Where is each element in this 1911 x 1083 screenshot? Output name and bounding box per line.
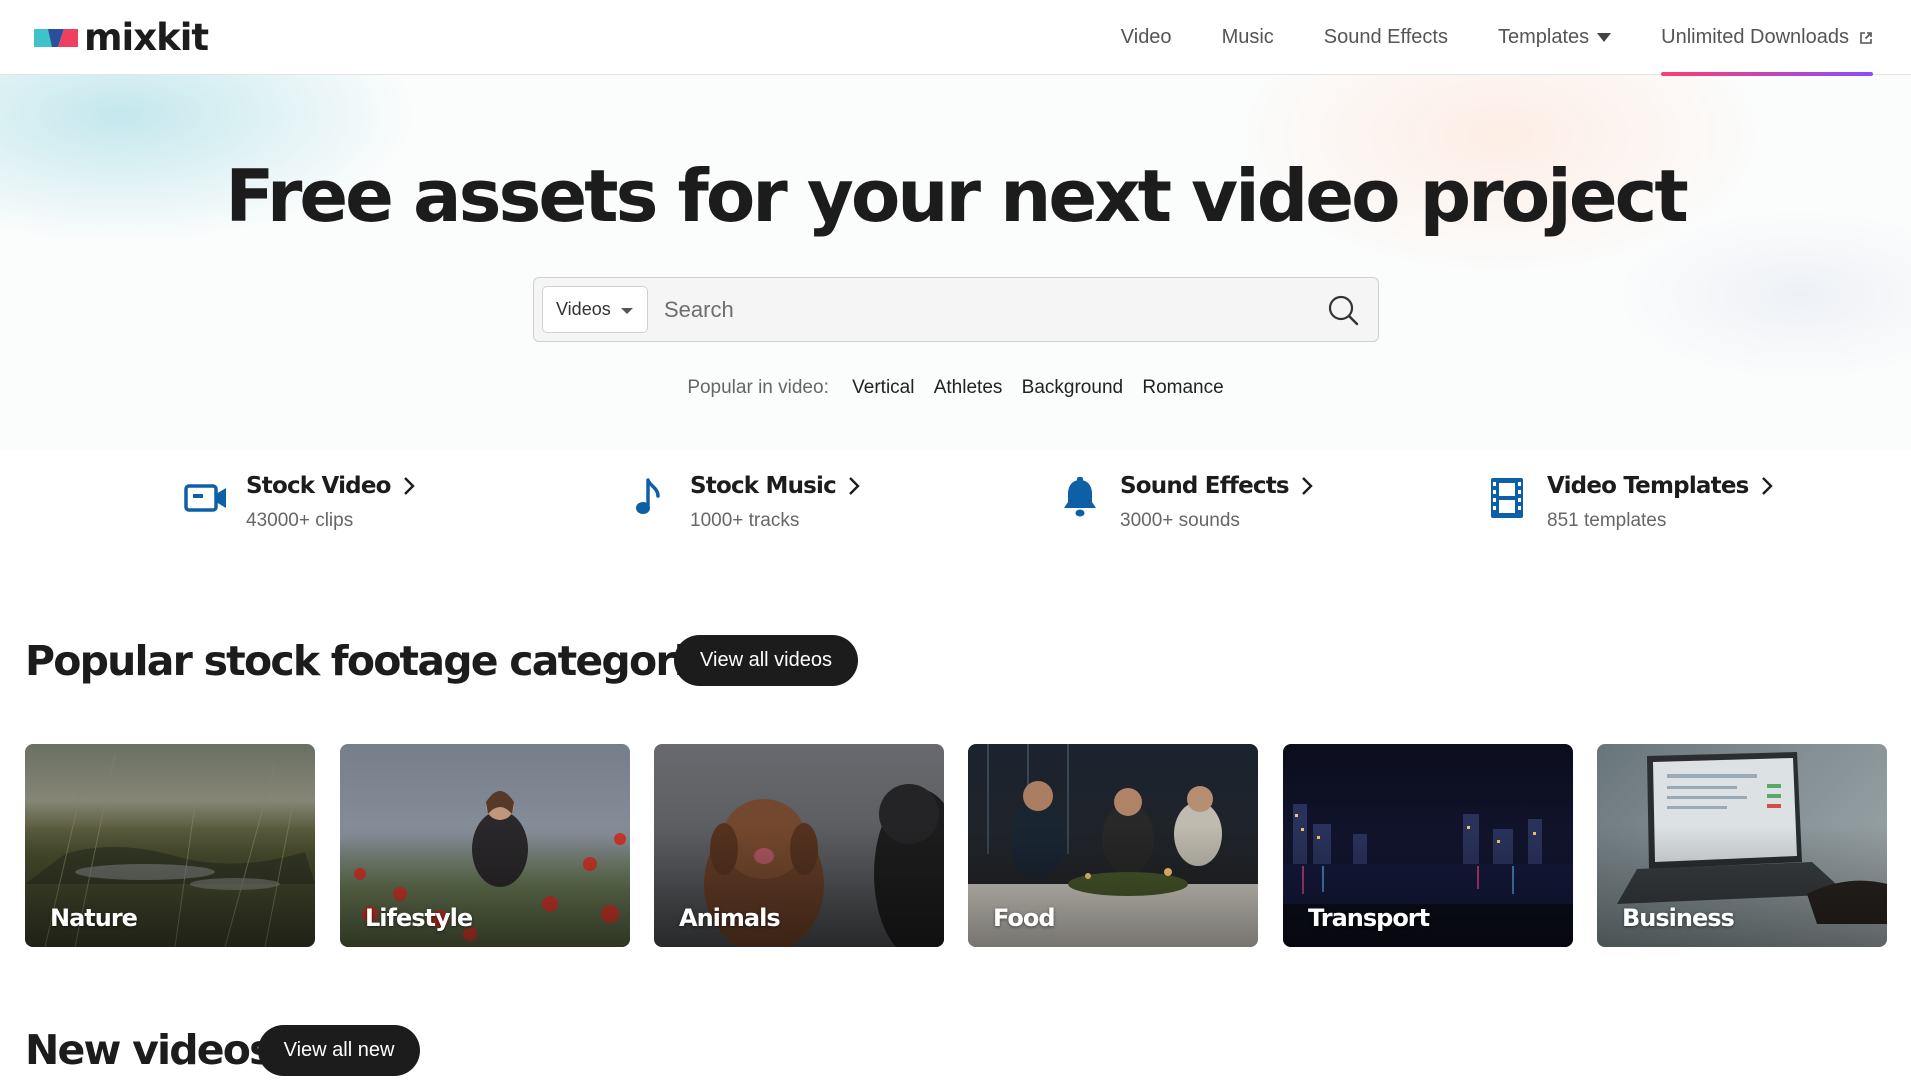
category-text: Video Templates 851 templates [1547,470,1773,540]
popular-link-vertical[interactable]: Vertical [852,377,914,398]
card-label: Food [993,904,1056,932]
chevron-right-icon [1301,477,1313,495]
music-note-icon [626,474,674,522]
chevron-right-icon [403,477,415,495]
category-card-nature[interactable]: Nature [25,744,315,947]
bell-icon [1056,474,1104,522]
category-title: Sound Effects [1120,470,1313,502]
nav-unlimited-label: Unlimited Downloads [1661,26,1849,48]
search-input[interactable] [664,288,1294,332]
category-text: Stock Video 43000+ clips [246,470,415,540]
category-card-lifestyle[interactable]: Lifestyle [340,744,630,947]
film-strip-icon [1483,474,1531,522]
search-type-value: Videos [556,299,611,319]
search-icon[interactable] [1326,293,1360,327]
category-video-templates[interactable]: Video Templates 851 templates [1483,470,1773,540]
nav-video[interactable]: Video [1121,0,1172,75]
caret-down-icon [621,308,633,314]
category-title-text: Stock Music [690,473,837,499]
card-label: Transport [1308,904,1430,932]
category-stock-video[interactable]: Stock Video 43000+ clips [182,470,415,540]
category-subtitle: 1000+ tracks [690,510,800,531]
search-type-select[interactable]: Videos [542,286,648,333]
site-header: mixkit Video Music Sound Effects Templat… [0,0,1911,76]
hero-section: Free assets for your next video project … [0,75,1911,450]
category-subtitle: 851 templates [1547,510,1667,531]
main-nav: Video Music Sound Effects Templates Unli… [1071,0,1873,76]
popular-categories-title: Popular stock footage categories [25,637,736,685]
logo-wordmark: mixkit [84,16,209,59]
popular-link-athletes[interactable]: Athletes [934,377,1003,398]
video-camera-icon [182,474,230,522]
popular-link-background[interactable]: Background [1022,377,1123,398]
category-stock-music[interactable]: Stock Music 1000+ tracks [626,470,860,540]
hero-title: Free assets for your next video project [225,154,1689,238]
category-text: Stock Music 1000+ tracks [690,470,860,540]
category-text: Sound Effects 3000+ sounds [1120,470,1313,540]
new-videos-title: New videos [25,1026,274,1074]
view-all-new-button[interactable]: View all new [258,1025,420,1076]
chevron-right-icon [849,477,860,495]
view-all-videos-button[interactable]: View all videos [674,635,858,686]
popular-label: Popular in video: [687,377,829,398]
category-card-food[interactable]: Food [968,744,1258,947]
card-label: Nature [50,904,138,932]
popular-link-romance[interactable]: Romance [1142,377,1223,398]
category-title: Video Templates [1547,470,1773,502]
nav-templates-label: Templates [1497,26,1590,48]
category-title-text: Video Templates [1547,473,1749,499]
card-label: Lifestyle [365,904,473,932]
nav-video-label: Video [1120,26,1172,48]
category-subtitle: 3000+ sounds [1120,510,1240,531]
mixkit-logo[interactable]: mixkit [34,16,209,59]
category-card-transport[interactable]: Transport [1283,744,1573,947]
category-title-text: Sound Effects [1120,473,1290,499]
nav-music[interactable]: Music [1222,0,1274,75]
card-label: Business [1622,904,1735,932]
card-label: Animals [679,904,781,932]
caret-down-icon [1597,33,1612,42]
search-bar: Videos [533,277,1379,342]
nav-unlimited-downloads[interactable]: Unlimited Downloads [1661,0,1873,76]
category-title-text: Stock Video [246,473,391,499]
category-title: Stock Music [690,470,860,502]
external-link-icon [1860,31,1872,44]
category-title: Stock Video [246,470,415,502]
nav-templates-dropdown[interactable]: Templates [1497,0,1612,75]
category-subtitle: 43000+ clips [246,510,354,531]
category-card-animals[interactable]: Animals [654,744,944,947]
chevron-right-icon [1761,477,1773,495]
nav-sound-effects-label: Sound Effects [1323,26,1448,48]
nav-sound-effects[interactable]: Sound Effects [1324,0,1448,75]
nav-music-label: Music [1221,26,1274,48]
category-sound-effects[interactable]: Sound Effects 3000+ sounds [1056,470,1313,540]
logo-mark-icon [34,25,80,51]
category-card-business[interactable]: Business [1597,744,1887,947]
popular-searches: Popular in video: Vertical Athletes Back… [0,377,1911,399]
